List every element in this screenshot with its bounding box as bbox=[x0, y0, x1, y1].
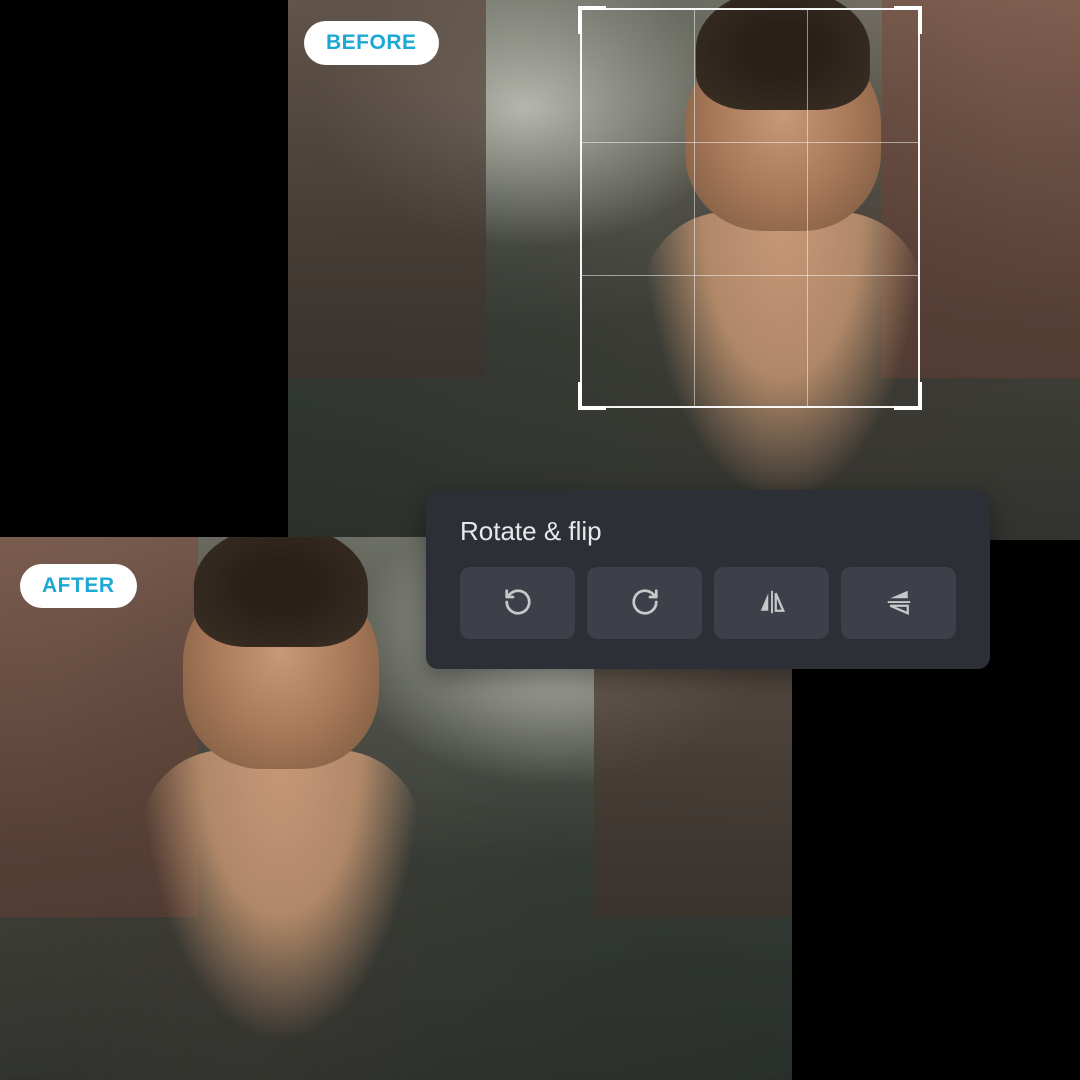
before-badge: BEFORE bbox=[304, 21, 439, 65]
flip-vertical-button[interactable] bbox=[841, 567, 956, 639]
crop-handle-top-right[interactable] bbox=[894, 6, 922, 34]
crop-handle-bottom-right[interactable] bbox=[894, 382, 922, 410]
rotate-left-icon bbox=[503, 587, 533, 620]
flip-horizontal-button[interactable] bbox=[714, 567, 829, 639]
crop-grid-overlay[interactable] bbox=[580, 8, 920, 408]
rotate-right-icon bbox=[630, 587, 660, 620]
after-badge: AFTER bbox=[20, 564, 137, 608]
flip-vertical-icon bbox=[884, 587, 914, 620]
rotate-flip-panel: Rotate & flip bbox=[426, 490, 990, 669]
rotate-left-button[interactable] bbox=[460, 567, 575, 639]
flip-horizontal-icon bbox=[757, 587, 787, 620]
rotate-panel-title: Rotate & flip bbox=[460, 516, 956, 547]
crop-handle-bottom-left[interactable] bbox=[578, 382, 606, 410]
rotate-right-button[interactable] bbox=[587, 567, 702, 639]
rotate-button-group bbox=[460, 567, 956, 639]
crop-handle-top-left[interactable] bbox=[578, 6, 606, 34]
